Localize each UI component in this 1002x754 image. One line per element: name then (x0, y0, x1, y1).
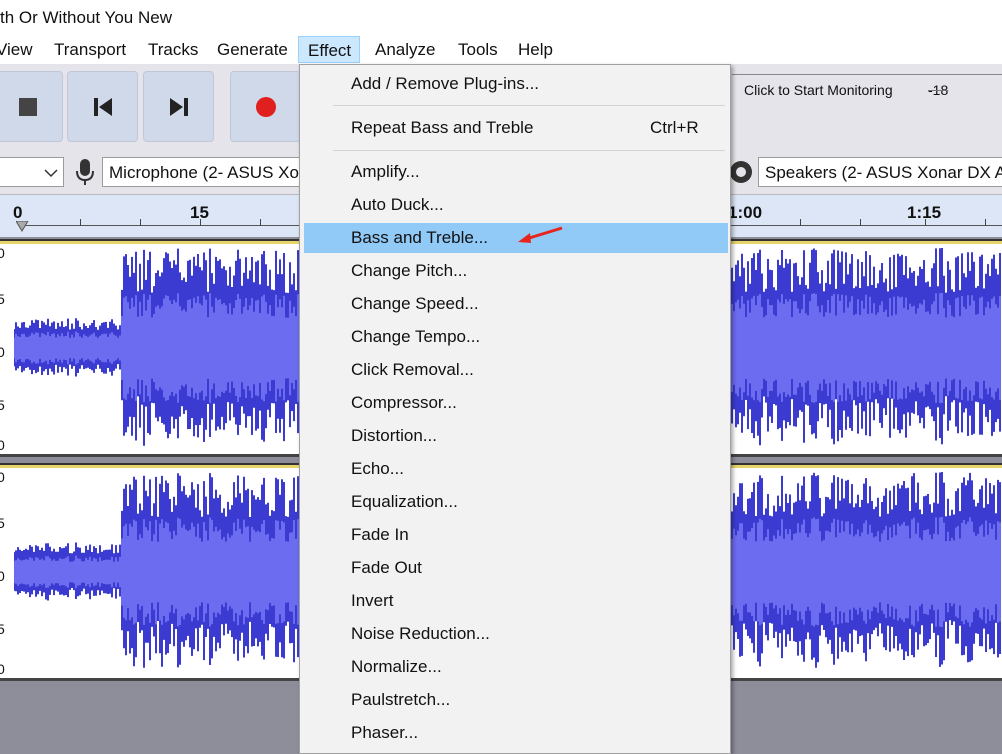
input-device-label: Microphone (2- ASUS Xo (109, 163, 299, 182)
record-button[interactable] (230, 71, 301, 142)
menu-item-echo[interactable]: Echo... (304, 454, 728, 484)
scale-label: 5 (0, 397, 5, 413)
ruler-label: 1:00 (728, 203, 763, 222)
ruler-tick (140, 219, 141, 226)
ruler-tick (80, 219, 81, 226)
scale-label: 0 (0, 437, 5, 453)
menu-item-noise-reduction[interactable]: Noise Reduction... (304, 619, 728, 649)
annotation-arrow-icon (518, 226, 563, 243)
ruler-tick (800, 219, 801, 226)
monitor-label: Click to Start Monitoring (744, 82, 893, 98)
output-device-select[interactable]: Speakers (2- ASUS Xonar DX A (758, 157, 1002, 187)
scale-label: 5 (0, 515, 5, 531)
menu-item-change-tempo[interactable]: Change Tempo... (304, 322, 728, 352)
recording-meter[interactable]: Click to Start Monitoring -18 (728, 68, 1002, 108)
menu-bar: View Transport Tracks Generate Effect An… (0, 36, 1002, 64)
menu-item-amplify[interactable]: Amplify... (304, 157, 728, 187)
menu-transport[interactable]: Transport (54, 40, 126, 60)
menu-separator (333, 105, 725, 106)
microphone-icon (76, 159, 94, 185)
chevron-down-icon (44, 169, 58, 178)
menu-item-label: Change Pitch... (351, 261, 468, 280)
menu-item-label: Distortion... (351, 426, 437, 445)
menu-item-label: Add / Remove Plug-ins... (351, 74, 540, 93)
menu-item-bass-and-treble[interactable]: Bass and Treble... (304, 223, 728, 253)
stop-icon (18, 97, 37, 116)
scale-label: 0 (0, 344, 5, 360)
scale-label: 5 (0, 621, 5, 637)
menu-item-label: Normalize... (351, 657, 442, 676)
ruler-tick (260, 219, 261, 226)
window-title: th Or Without You New (0, 8, 172, 27)
menu-item-compressor[interactable]: Compressor... (304, 388, 728, 418)
menu-tracks[interactable]: Tracks (148, 40, 198, 60)
skip-to-end-button[interactable] (143, 71, 214, 142)
scale-label: 0 (0, 245, 5, 261)
skip-to-start-icon (93, 97, 112, 116)
menu-item-phaser[interactable]: Phaser... (304, 718, 728, 748)
menu-generate[interactable]: Generate (217, 40, 288, 60)
menu-item-label: Bass and Treble... (351, 228, 489, 247)
menu-separator (333, 150, 725, 151)
menu-item-click-removal[interactable]: Click Removal... (304, 355, 728, 385)
menu-item-add-remove-plugins[interactable]: Add / Remove Plug-ins... (304, 69, 728, 99)
menu-item-invert[interactable]: Invert (304, 586, 728, 616)
meter-level-label: -18 (928, 82, 949, 98)
menu-item-label: Fade Out (351, 558, 422, 577)
menu-item-label: Phaser... (351, 723, 419, 742)
menu-item-label: Change Speed... (351, 294, 479, 313)
ruler-tick (925, 219, 926, 226)
scale-label: 0 (0, 469, 5, 485)
scale-label: 0 (0, 661, 5, 677)
record-icon (255, 96, 276, 117)
menu-item-equalization[interactable]: Equalization... (304, 487, 728, 517)
amplitude-scale: 0 5 0 5 0 (0, 465, 14, 678)
ruler-label: 0 (13, 203, 23, 222)
skip-to-end-icon (169, 97, 188, 116)
host-select[interactable] (0, 157, 64, 187)
skip-to-start-button[interactable] (67, 71, 138, 142)
menu-item-distortion[interactable]: Distortion... (304, 421, 728, 451)
menu-item-label: Amplify... (351, 162, 420, 181)
menu-effect[interactable]: Effect (298, 36, 361, 63)
scale-label: 0 (0, 568, 5, 584)
window-title-bar: th Or Without You New (0, 0, 1002, 36)
ruler-tick (985, 219, 986, 226)
menu-item-change-pitch[interactable]: Change Pitch... (304, 256, 728, 286)
menu-item-label: Invert (351, 591, 394, 610)
menu-item-label: Repeat Bass and Treble (351, 118, 534, 137)
menu-item-label: Paulstretch... (351, 690, 451, 709)
menu-item-label: Equalization... (351, 492, 458, 511)
effect-menu-dropdown: Add / Remove Plug-ins... Repeat Bass and… (299, 64, 731, 754)
menu-item-normalize[interactable]: Normalize... (304, 652, 728, 682)
output-device-label: Speakers (2- ASUS Xonar DX A (765, 163, 1002, 182)
ruler-tick (200, 219, 201, 226)
speaker-icon (731, 161, 752, 183)
menu-item-change-speed[interactable]: Change Speed... (304, 289, 728, 319)
amplitude-scale: 0 5 0 5 0 (0, 241, 14, 454)
menu-item-repeat-last-effect[interactable]: Repeat Bass and Treble Ctrl+R (304, 113, 728, 143)
menu-item-paulstretch[interactable]: Paulstretch... (304, 685, 728, 715)
playhead-marker-icon (16, 221, 29, 232)
stop-button[interactable] (0, 71, 63, 142)
menu-item-label: Fade In (351, 525, 409, 544)
menu-item-label: Auto Duck... (351, 195, 444, 214)
menu-item-label: Click Removal... (351, 360, 474, 379)
menu-item-label: Echo... (351, 459, 404, 478)
input-device-select[interactable]: Microphone (2- ASUS Xo (102, 157, 302, 187)
menu-item-fade-out[interactable]: Fade Out (304, 553, 728, 583)
meter-scale (732, 74, 1002, 76)
menu-item-label: Compressor... (351, 393, 457, 412)
menu-item-label: Noise Reduction... (351, 624, 490, 643)
menu-item-auto-duck[interactable]: Auto Duck... (304, 190, 728, 220)
menu-item-shortcut: Ctrl+R (650, 118, 699, 137)
menu-item-fade-in[interactable]: Fade In (304, 520, 728, 550)
menu-item-label: Change Tempo... (351, 327, 481, 346)
menu-analyze[interactable]: Analyze (375, 40, 435, 60)
menu-tools[interactable]: Tools (458, 40, 498, 60)
scale-label: 5 (0, 291, 5, 307)
ruler-tick (860, 219, 861, 226)
menu-view[interactable]: View (0, 40, 33, 60)
menu-help[interactable]: Help (518, 40, 553, 60)
